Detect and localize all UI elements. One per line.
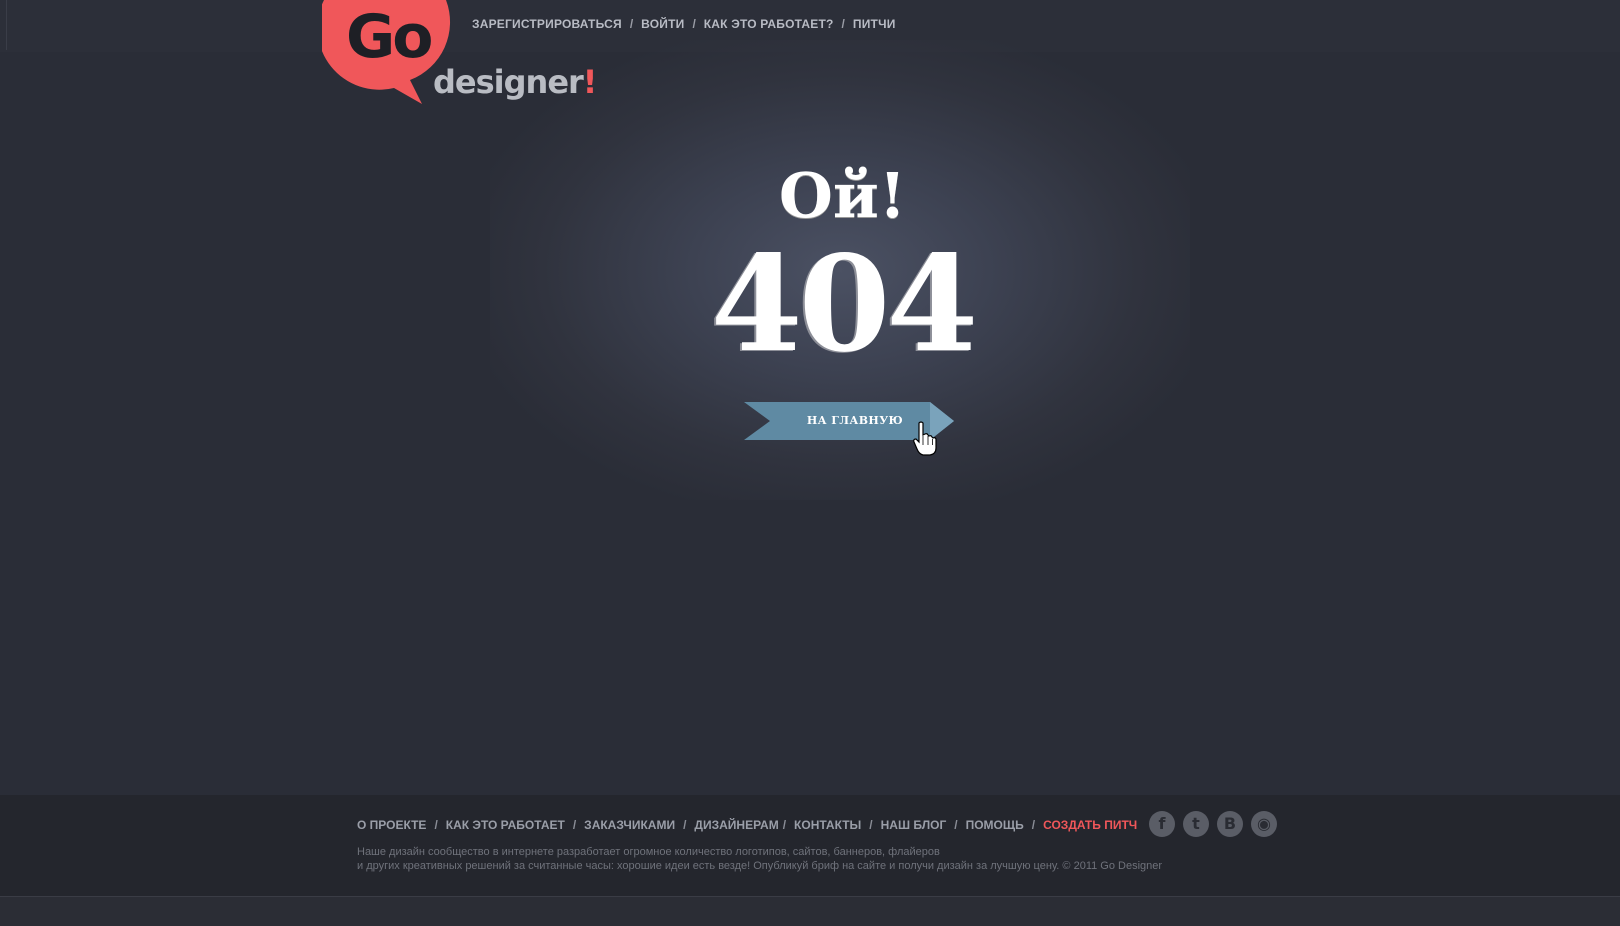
nav-separator: / <box>629 17 634 31</box>
facebook-icon[interactable]: f <box>1149 811 1175 837</box>
footer-create-pitch-link[interactable]: СОЗДАТЬ ПИТЧ <box>1043 818 1137 832</box>
nav-separator: / <box>692 17 696 31</box>
footer-separator: / <box>572 818 577 832</box>
footer-navigation: О ПРОЕКТЕ / КАК ЭТО РАБОТАЕТ / ЗАКАЗЧИКА… <box>357 818 1137 832</box>
nav-register-link[interactable]: ЗАРЕГИСТРИРОВАТЬСЯ <box>472 17 622 31</box>
footer-designers-link[interactable]: ДИЗАЙНЕРАМ <box>694 818 778 832</box>
nav-pitches-link[interactable]: ПИТЧИ <box>853 17 896 31</box>
hand-cursor-icon <box>913 421 937 456</box>
nav-how-it-works-link[interactable]: КАК ЭТО РАБОТАЕТ? <box>704 17 834 31</box>
footer-separator: / <box>434 818 438 832</box>
logo-designer-word: designer <box>433 63 584 101</box>
social-links: f t B ◉ <box>1149 811 1277 837</box>
nav-login-link[interactable]: ВОЙТИ <box>641 17 684 31</box>
error-code: 404 <box>710 227 979 382</box>
divider <box>6 0 7 50</box>
footer-separator: / <box>954 818 958 832</box>
logo-designer-text: designer! <box>433 62 598 102</box>
footer-separator: / <box>683 818 687 832</box>
rss-icon[interactable]: ◉ <box>1251 811 1277 837</box>
footer-blog-link[interactable]: НАШ БЛОГ <box>881 818 947 832</box>
footer-description: Наше дизайн сообщество в интернете разра… <box>357 845 1162 873</box>
logo-exclamation: ! <box>582 63 598 101</box>
error-exclamation: Ой! <box>778 159 907 232</box>
vkontakte-icon[interactable]: B <box>1217 811 1243 837</box>
footer-contacts-link[interactable]: КОНТАКТЫ <box>794 818 861 832</box>
footer-help-link[interactable]: ПОМОЩЬ <box>966 818 1024 832</box>
footer-bottom-bar <box>0 896 1620 926</box>
footer-separator: / <box>869 818 873 832</box>
footer-clients-link[interactable]: ЗАКАЗЧИКАМИ <box>584 818 675 832</box>
top-navigation: ЗАРЕГИСТРИРОВАТЬСЯ / ВОЙТИ / КАК ЭТО РАБ… <box>472 17 896 31</box>
footer-how-it-works-link[interactable]: КАК ЭТО РАБОТАЕТ <box>446 818 565 832</box>
logo-go-text: Go <box>346 2 433 72</box>
error-page: Go designer! ЗАРЕГИСТРИРОВАТЬСЯ / ВОЙТИ … <box>0 0 1620 926</box>
footer-text-line-2: и других креативных решений за считанные… <box>357 860 1163 872</box>
footer-separator: / <box>782 818 787 832</box>
footer-text-line-1: Наше дизайн сообщество в интернете разра… <box>357 846 940 858</box>
twitter-icon[interactable]: t <box>1183 811 1209 837</box>
footer-separator: / <box>1031 818 1036 832</box>
nav-separator: / <box>841 17 845 31</box>
footer-about-link[interactable]: О ПРОЕКТЕ <box>357 818 426 832</box>
